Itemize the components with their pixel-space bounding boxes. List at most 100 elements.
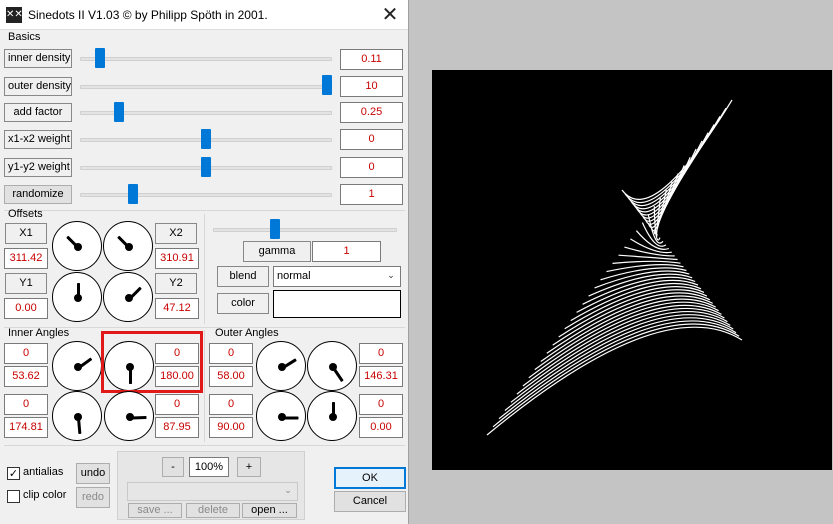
x1-field[interactable]: 311.42 <box>4 248 48 269</box>
delete-button[interactable]: delete <box>186 503 240 518</box>
outer-angle-b-bottom-field[interactable]: 146.31 <box>359 366 403 387</box>
undo-button[interactable]: undo <box>76 463 110 484</box>
gamma-track[interactable] <box>213 228 397 232</box>
add-factor-slider[interactable] <box>113 102 124 122</box>
inner-angle-a-top-field[interactable]: 0 <box>4 343 48 364</box>
outer-angle-d-bottom-field[interactable]: 0.00 <box>359 417 403 438</box>
sinedots-curve <box>504 317 734 411</box>
sinedots-curve <box>636 140 703 216</box>
app-icon: ✕✕ <box>6 7 23 23</box>
chevron-down-icon: ⌄ <box>387 271 395 281</box>
sinedots-rendering <box>486 99 743 436</box>
cancel-button[interactable]: Cancel <box>334 491 406 512</box>
clip-color-label: clip color <box>23 489 67 501</box>
blend-label: blend <box>217 266 269 287</box>
color-label: color <box>217 293 269 314</box>
y1-dial[interactable] <box>52 272 102 322</box>
outer-angle-a-bottom-field[interactable]: 58.00 <box>209 366 253 387</box>
highlight-box <box>101 331 203 393</box>
inner-angle-c-bottom-field[interactable]: 174.81 <box>4 417 48 438</box>
inner-angle-c-top-field[interactable]: 0 <box>4 394 48 415</box>
open-button[interactable]: open ... <box>242 503 297 518</box>
blend-select[interactable]: normal ⌄ <box>273 266 401 287</box>
title-bar: ✕✕ Sinedots II V1.03 © by Philipp Spöth … <box>0 0 408 30</box>
sinedots-curve <box>612 260 681 264</box>
sinedots-dialog: ✕✕ Sinedots II V1.03 © by Philipp Spöth … <box>0 0 409 524</box>
y1-y2-weight-label: y1-y2 weight <box>4 158 72 177</box>
clip-color-checkbox[interactable] <box>7 490 20 503</box>
sinedots-curve <box>633 132 709 213</box>
antialias-label: antialias <box>23 466 64 478</box>
save-button[interactable]: save ... <box>128 503 182 518</box>
randomize-button[interactable]: randomize <box>4 185 72 204</box>
outer-angle-b-top-field[interactable]: 0 <box>359 343 403 364</box>
separator <box>204 330 205 442</box>
offsets-label: Offsets <box>8 208 43 220</box>
outer-density-track[interactable] <box>80 85 332 89</box>
color-swatch[interactable] <box>273 290 401 318</box>
outer-density-field[interactable]: 10 <box>340 76 403 97</box>
gamma-label: gamma <box>243 241 311 262</box>
inner-angle-c-dial[interactable] <box>52 391 102 441</box>
inner-angle-d-bottom-field[interactable]: 87.95 <box>155 417 199 438</box>
x1-dial[interactable] <box>52 221 102 271</box>
x1-x2-weight-field[interactable]: 0 <box>340 129 403 150</box>
file-select[interactable]: ⌄ <box>127 482 298 501</box>
zoom-in-button[interactable]: + <box>237 457 261 477</box>
basics-label: Basics <box>8 31 41 43</box>
outer-angle-a-dial[interactable] <box>256 341 306 391</box>
inner-density-slider[interactable] <box>94 48 105 68</box>
y1-field[interactable]: 0.00 <box>4 298 48 319</box>
inner-density-field[interactable]: 0.11 <box>340 49 403 70</box>
randomize-slider[interactable] <box>128 184 139 204</box>
inner-density-label: inner density <box>4 49 72 68</box>
inner-angles-label: Inner Angles <box>8 327 70 339</box>
outer-angle-c-top-field[interactable]: 0 <box>209 394 253 415</box>
redo-button[interactable]: redo <box>76 487 110 508</box>
x2-dial[interactable] <box>103 221 153 271</box>
ok-button[interactable]: OK <box>334 467 406 489</box>
outer-density-label: outer density <box>4 77 72 96</box>
x2-field[interactable]: 310.91 <box>155 248 199 269</box>
outer-angle-c-dial[interactable] <box>256 391 306 441</box>
x1-x2-weight-slider[interactable] <box>201 129 211 149</box>
randomize-field[interactable]: 1 <box>340 184 403 205</box>
zoom-field[interactable]: 100% <box>189 457 229 477</box>
separator <box>4 445 405 446</box>
blend-value: normal <box>277 270 311 282</box>
outer-angles-label: Outer Angles <box>215 327 279 339</box>
inner-density-track[interactable] <box>80 57 332 61</box>
zoom-out-button[interactable]: - <box>162 457 184 477</box>
y1-y2-weight-field[interactable]: 0 <box>340 157 403 178</box>
gamma-slider[interactable] <box>270 219 281 239</box>
sinedots-curve <box>630 124 715 210</box>
separator <box>204 214 205 324</box>
outer-density-slider[interactable] <box>322 75 332 95</box>
outer-angle-d-top-field[interactable]: 0 <box>359 394 403 415</box>
sinedots-curve <box>510 314 731 403</box>
outer-angle-b-dial[interactable] <box>307 341 357 391</box>
x1-label: X1 <box>5 223 47 244</box>
inner-angle-d-dial[interactable] <box>104 391 154 441</box>
inner-angle-a-dial[interactable] <box>52 341 102 391</box>
gamma-field[interactable]: 1 <box>312 241 381 262</box>
outer-angle-a-top-field[interactable]: 0 <box>209 343 253 364</box>
close-icon[interactable]: ✕ <box>375 3 405 27</box>
sinedots-curve <box>486 326 743 436</box>
y1-y2-weight-slider[interactable] <box>201 157 211 177</box>
window-title: Sinedots II V1.03 © by Philipp Spöth in … <box>28 8 268 22</box>
add-factor-field[interactable]: 0.25 <box>340 102 403 123</box>
outer-angle-d-dial[interactable] <box>307 391 357 441</box>
y2-field[interactable]: 47.12 <box>155 298 199 319</box>
inner-angle-a-bottom-field[interactable]: 53.62 <box>4 366 48 387</box>
y2-dial[interactable] <box>103 272 153 322</box>
separator <box>4 210 405 211</box>
randomize-track[interactable] <box>80 193 332 197</box>
antialias-checkbox[interactable]: ✓ <box>7 467 20 480</box>
outer-angle-c-bottom-field[interactable]: 90.00 <box>209 417 253 438</box>
x2-label: X2 <box>155 223 197 244</box>
inner-angle-d-top-field[interactable]: 0 <box>155 394 199 415</box>
sinedots-curve <box>492 323 740 428</box>
preview-canvas <box>432 70 832 470</box>
y1-label: Y1 <box>5 273 47 294</box>
